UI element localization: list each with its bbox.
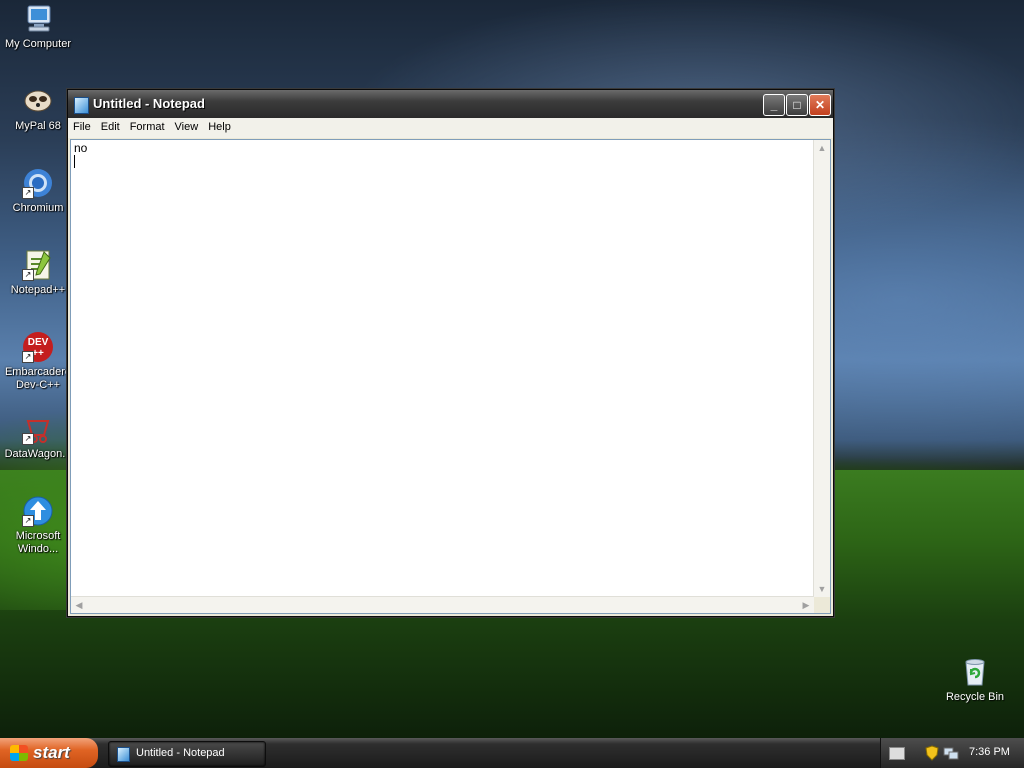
mypal-icon xyxy=(22,85,54,117)
notepadpp-icon: ↗ xyxy=(22,249,54,281)
network-icon[interactable] xyxy=(943,745,959,761)
menu-format[interactable]: Format xyxy=(125,118,170,133)
notepad-icon xyxy=(117,747,130,762)
desktop-icon-label: My Computer xyxy=(4,38,72,50)
text-editor[interactable]: no ▲ ▼ ◀ ▶ xyxy=(70,139,831,614)
scroll-up-arrow-icon[interactable]: ▲ xyxy=(814,140,830,156)
computer-icon xyxy=(22,3,54,35)
maximize-button[interactable]: □ xyxy=(786,94,808,116)
vertical-scrollbar[interactable]: ▲ ▼ xyxy=(813,140,830,597)
devcpp-icon: DEV ++ ↗ xyxy=(22,331,54,363)
scroll-left-arrow-icon[interactable]: ◀ xyxy=(71,597,87,613)
desktop-icon-label: Embarcadero Dev-C++ xyxy=(4,366,72,391)
document-text: no xyxy=(74,141,88,155)
notepad-icon xyxy=(74,97,89,114)
desktop-icon-devcpp[interactable]: DEV ++ ↗ Embarcadero Dev-C++ xyxy=(0,331,76,392)
recycle-bin-icon xyxy=(959,656,991,688)
scroll-right-arrow-icon[interactable]: ▶ xyxy=(798,597,814,613)
security-shield-icon[interactable] xyxy=(925,745,939,761)
desktop-icon-label: Chromium xyxy=(12,202,64,214)
scroll-down-arrow-icon[interactable]: ▼ xyxy=(814,581,830,597)
size-grip[interactable] xyxy=(814,597,830,613)
desktop-icon-label: Notepad++ xyxy=(10,284,66,296)
chromium-icon: ↗ xyxy=(22,167,54,199)
desktop-icon-my-computer[interactable]: My Computer xyxy=(0,3,76,51)
title-bar[interactable]: Untitled - Notepad _ □ ✕ xyxy=(68,90,833,118)
shortcut-arrow-icon: ↗ xyxy=(22,269,34,281)
text-caret xyxy=(74,155,75,168)
shortcut-arrow-icon: ↗ xyxy=(22,433,34,445)
desktop-icon-notepadpp[interactable]: ↗ Notepad++ xyxy=(0,249,76,297)
desktop-icon-label: MyPal 68 xyxy=(15,120,61,132)
horizontal-scrollbar[interactable]: ◀ ▶ xyxy=(71,596,814,613)
menu-view[interactable]: View xyxy=(170,118,204,133)
desktop-icon-datawagon[interactable]: ↗ DataWagon... xyxy=(0,413,76,461)
start-label: start xyxy=(33,743,70,762)
taskbar: start Untitled - Notepad 7:36 PM xyxy=(0,738,1024,768)
window-title: Untitled - Notepad xyxy=(93,96,205,111)
notepad-window[interactable]: Untitled - Notepad _ □ ✕ File Edit Format V… xyxy=(67,89,834,617)
taskbar-item-notepad[interactable]: Untitled - Notepad xyxy=(108,741,266,767)
desktop-icon-label: DataWagon... xyxy=(4,448,72,460)
datawagon-icon: ↗ xyxy=(22,413,54,445)
menu-file[interactable]: File xyxy=(68,118,96,133)
windows-update-icon: ↗ xyxy=(22,495,54,527)
desktop-icon-chromium[interactable]: ↗ Chromium xyxy=(0,167,76,215)
menu-edit[interactable]: Edit xyxy=(96,118,125,133)
clock[interactable]: 7:36 PM xyxy=(969,746,1010,758)
taskbar-item-label: Untitled - Notepad xyxy=(136,747,225,759)
start-button[interactable]: start xyxy=(0,738,98,768)
shortcut-arrow-icon: ↗ xyxy=(22,351,34,363)
svg-text:DEV: DEV xyxy=(28,337,49,348)
desktop-icon-recycle-bin[interactable]: Recycle Bin xyxy=(940,656,1010,703)
keyboard-icon[interactable] xyxy=(889,747,905,760)
shortcut-arrow-icon: ↗ xyxy=(22,187,34,199)
desktop-icon-label: Microsoft Windo... xyxy=(15,530,61,555)
close-button[interactable]: ✕ xyxy=(809,94,831,116)
minimize-button[interactable]: _ xyxy=(763,94,785,116)
desktop-icon-windows-update[interactable]: ↗ Microsoft Windo... xyxy=(0,495,76,556)
desktop-icon-mypal[interactable]: MyPal 68 xyxy=(0,85,76,133)
windows-logo-icon xyxy=(10,745,28,761)
shortcut-arrow-icon: ↗ xyxy=(22,515,34,527)
menu-bar: File Edit Format View Help xyxy=(68,118,833,138)
desktop-icon-label: Recycle Bin xyxy=(945,691,1005,703)
system-tray: 7:36 PM xyxy=(880,738,1024,768)
menu-help[interactable]: Help xyxy=(203,118,236,133)
